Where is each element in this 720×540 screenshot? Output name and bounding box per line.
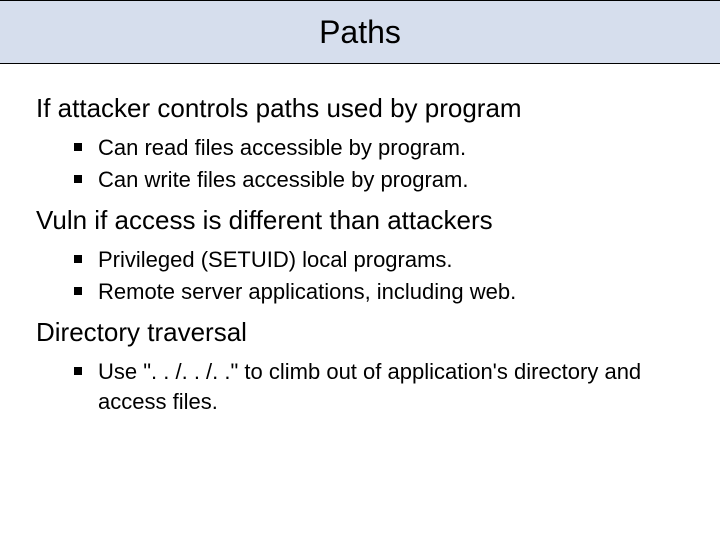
bullet-list-0: Can read files accessible by program. Ca…: [74, 133, 684, 197]
list-item: Remote server applications, including we…: [74, 277, 684, 308]
bullet-text: Use ". . /. . /. ." to climb out of appl…: [98, 357, 684, 419]
section-heading-2: Directory traversal: [36, 316, 684, 349]
bullet-list-2: Use ". . /. . /. ." to climb out of appl…: [74, 357, 684, 419]
bullet-list-1: Privileged (SETUID) local programs. Remo…: [74, 245, 684, 309]
slide-content: If attacker controls paths used by progr…: [0, 64, 720, 418]
bullet-text: Remote server applications, including we…: [98, 277, 684, 308]
bullet-icon: [74, 245, 98, 263]
bullet-text: Can read files accessible by program.: [98, 133, 684, 164]
title-bar: Paths: [0, 0, 720, 64]
list-item: Use ". . /. . /. ." to climb out of appl…: [74, 357, 684, 419]
bullet-icon: [74, 357, 98, 375]
bullet-text: Privileged (SETUID) local programs.: [98, 245, 684, 276]
list-item: Privileged (SETUID) local programs.: [74, 245, 684, 276]
list-item: Can write files accessible by program.: [74, 165, 684, 196]
bullet-icon: [74, 165, 98, 183]
bullet-text: Can write files accessible by program.: [98, 165, 684, 196]
bullet-icon: [74, 277, 98, 295]
bullet-icon: [74, 133, 98, 151]
section-heading-1: Vuln if access is different than attacke…: [36, 204, 684, 237]
list-item: Can read files accessible by program.: [74, 133, 684, 164]
slide-title: Paths: [319, 14, 401, 51]
section-heading-0: If attacker controls paths used by progr…: [36, 92, 684, 125]
